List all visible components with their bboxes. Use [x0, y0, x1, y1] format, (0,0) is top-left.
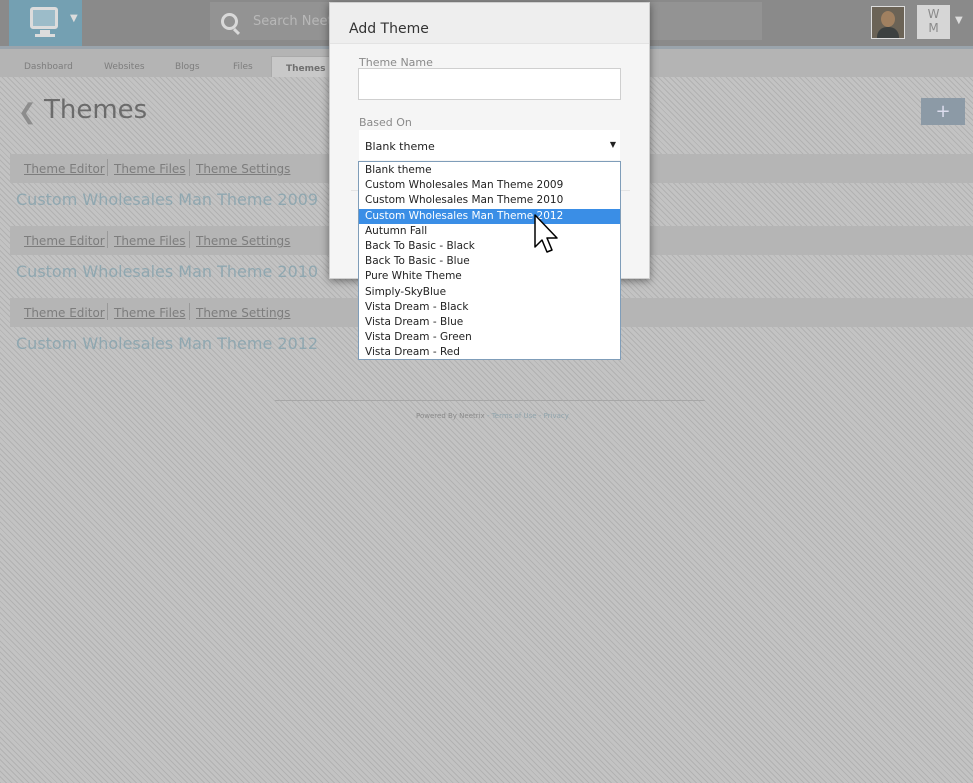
user-initials-top: W [927, 7, 940, 21]
theme-title[interactable]: Custom Wholesales Man Theme 2010 [16, 262, 318, 281]
separator [189, 303, 190, 320]
theme-title[interactable]: Custom Wholesales Man Theme 2012 [16, 334, 318, 353]
powered-by-text: Powered By Neetrix [416, 412, 485, 420]
theme-files-link[interactable]: Theme Files [114, 234, 186, 248]
dropdown-option[interactable]: Vista Dream - Black [359, 300, 620, 315]
user-initials-bottom: M [928, 21, 939, 35]
dropdown-option[interactable]: Pure White Theme [359, 269, 620, 284]
user-menu-button[interactable]: W M [917, 5, 950, 39]
footer-divider [275, 400, 705, 401]
dropdown-option[interactable]: Autumn Fall [359, 224, 620, 239]
based-on-options-list: Blank theme Custom Wholesales Man Theme … [358, 161, 621, 360]
privacy-link[interactable]: Privacy [544, 412, 569, 420]
theme-name-input[interactable] [358, 68, 621, 100]
footer-separator: - [484, 412, 492, 420]
theme-title[interactable]: Custom Wholesales Man Theme 2009 [16, 190, 318, 209]
theme-files-link[interactable]: Theme Files [114, 162, 186, 176]
page-title: Themes [44, 95, 148, 125]
dropdown-option[interactable]: Vista Dream - Blue [359, 315, 620, 330]
theme-editor-link[interactable]: Theme Editor [24, 234, 105, 248]
caret-down-icon: ▼ [70, 13, 78, 24]
theme-settings-link[interactable]: Theme Settings [196, 162, 290, 176]
theme-editor-link[interactable]: Theme Editor [24, 162, 105, 176]
tab-dashboard[interactable]: Dashboard [24, 62, 73, 72]
back-arrow-icon[interactable]: ❮ [18, 100, 36, 125]
dropdown-option[interactable]: Back To Basic - Black [359, 239, 620, 254]
separator [189, 159, 190, 176]
theme-settings-link[interactable]: Theme Settings [196, 234, 290, 248]
search-icon [221, 13, 238, 30]
dropdown-option[interactable]: Custom Wholesales Man Theme 2009 [359, 178, 620, 193]
separator [107, 303, 108, 320]
monitor-base [35, 34, 55, 37]
dropdown-option[interactable]: Blank theme [359, 163, 620, 178]
tab-blogs[interactable]: Blogs [175, 62, 200, 72]
dialog-header: Add Theme [330, 3, 649, 44]
terms-link[interactable]: Terms of Use [492, 412, 537, 420]
search-placeholder: Search Neetr [253, 14, 338, 29]
footer-separator: - [536, 412, 544, 420]
dropdown-option[interactable]: Vista Dream - Red [359, 345, 620, 360]
based-on-label: Based On [359, 116, 412, 129]
app-menu-button[interactable]: ▼ [9, 0, 82, 46]
theme-settings-link[interactable]: Theme Settings [196, 306, 290, 320]
caret-down-icon[interactable]: ▼ [955, 15, 963, 26]
dropdown-arrow-icon: ▼ [609, 140, 616, 149]
separator [189, 231, 190, 248]
based-on-selected-value: Blank theme [365, 140, 435, 153]
separator [107, 231, 108, 248]
dropdown-option-highlighted[interactable]: Custom Wholesales Man Theme 2012 [359, 208, 620, 224]
theme-editor-link[interactable]: Theme Editor [24, 306, 105, 320]
tab-websites[interactable]: Websites [104, 62, 145, 72]
dropdown-option[interactable]: Custom Wholesales Man Theme 2010 [359, 193, 620, 208]
theme-files-link[interactable]: Theme Files [114, 306, 186, 320]
mouse-cursor-icon [534, 214, 558, 253]
based-on-select[interactable]: Blank theme ▼ [359, 130, 620, 160]
dropdown-option[interactable]: Simply-SkyBlue [359, 285, 620, 300]
dropdown-option[interactable]: Back To Basic - Blue [359, 254, 620, 269]
add-theme-button[interactable]: + [921, 98, 965, 125]
monitor-icon [30, 7, 58, 29]
separator [107, 159, 108, 176]
dialog-title: Add Theme [349, 21, 429, 37]
dropdown-option[interactable]: Vista Dream - Green [359, 330, 620, 345]
footer: Powered By Neetrix - Terms of Use - Priv… [416, 412, 569, 420]
avatar[interactable] [871, 6, 905, 39]
tab-files[interactable]: Files [233, 62, 253, 72]
